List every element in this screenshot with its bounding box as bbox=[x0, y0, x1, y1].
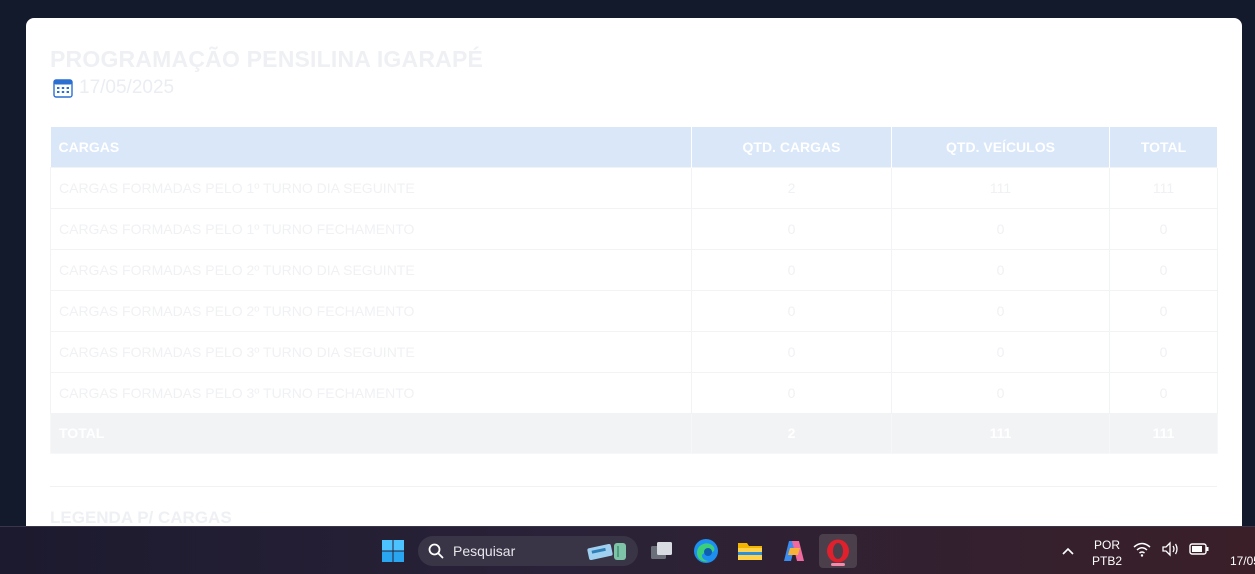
cell-total: 0 bbox=[1109, 330, 1218, 373]
task-view-icon bbox=[651, 542, 672, 559]
battery-icon bbox=[1189, 543, 1209, 555]
language-code: POR bbox=[1093, 538, 1120, 552]
header-cargas: CARGAS bbox=[50, 127, 692, 167]
cell-cargas: CARGAS FORMADAS PELO 3º TURNO FECHAMENTO bbox=[50, 371, 692, 414]
table-row: CARGAS FORMADAS PELO 3º TURNO DIA SEGUIN… bbox=[50, 330, 1218, 373]
header-qtd-cargas: QTD. CARGAS bbox=[691, 127, 892, 167]
search-icon bbox=[428, 543, 444, 559]
table-row: CARGAS FORMADAS PELO 2º TURNO DIA SEGUIN… bbox=[50, 248, 1218, 291]
report-date: 17/05/2025 bbox=[79, 77, 175, 98]
wifi-icon bbox=[1133, 542, 1151, 557]
table-row: CARGAS FORMADAS PELO 2º TURNO FECHAMENTO… bbox=[50, 289, 1218, 332]
cell-cargas: CARGAS FORMADAS PELO 2º TURNO DIA SEGUIN… bbox=[50, 248, 692, 291]
page-title: PROGRAMAÇÃO PENSILINA IGARAPÉ bbox=[50, 46, 484, 72]
cell-qtd-veiculos: 0 bbox=[891, 207, 1110, 250]
file-explorer-icon bbox=[738, 543, 762, 560]
edge-button[interactable] bbox=[687, 534, 725, 568]
cell-qtd-veiculos: 0 bbox=[891, 371, 1110, 414]
table-row: CARGAS FORMADAS PELO 3º TURNO FECHAMENTO… bbox=[50, 371, 1218, 414]
table-row: CARGAS FORMADAS PELO 1º TURNO FECHAMENTO… bbox=[50, 207, 1218, 250]
cell-cargas: CARGAS FORMADAS PELO 2º TURNO FECHAMENTO bbox=[50, 289, 692, 332]
cell-total: 0 bbox=[1109, 248, 1218, 291]
legend-title: LEGENDA P/ CARGAS bbox=[50, 508, 232, 526]
calendar-icon bbox=[53, 79, 73, 98]
table-total-row: TOTAL 2 111 111 bbox=[50, 412, 1218, 454]
windows-logo-icon bbox=[382, 540, 404, 562]
search-placeholder: Pesquisar bbox=[453, 543, 516, 559]
cell-cargas: CARGAS FORMADAS PELO 3º TURNO DIA SEGUIN… bbox=[50, 330, 692, 373]
cell-qtd-cargas: 0 bbox=[691, 248, 892, 291]
total-total: 111 bbox=[1109, 412, 1218, 454]
taskbar-search[interactable]: Pesquisar bbox=[418, 536, 638, 566]
total-label: TOTAL bbox=[50, 412, 692, 454]
start-button[interactable] bbox=[376, 535, 410, 567]
keyboard-layout: PTB2 bbox=[1091, 554, 1122, 568]
header-total: TOTAL bbox=[1109, 127, 1218, 167]
date-row: 17/05/2025 bbox=[53, 77, 174, 99]
cell-qtd-veiculos: 0 bbox=[891, 248, 1110, 291]
file-explorer-button[interactable] bbox=[731, 534, 769, 568]
task-view-button[interactable] bbox=[643, 534, 681, 568]
cell-total: 0 bbox=[1109, 207, 1218, 250]
cell-qtd-cargas: 0 bbox=[691, 330, 892, 373]
cell-cargas: CARGAS FORMADAS PELO 1º TURNO FECHAMENTO bbox=[50, 207, 692, 250]
opera-icon bbox=[827, 539, 849, 563]
clock[interactable]: 1 17/05/2 bbox=[1210, 537, 1255, 569]
cell-qtd-veiculos: 0 bbox=[891, 289, 1110, 332]
cell-qtd-veiculos: 111 bbox=[891, 166, 1110, 209]
cargas-table: CARGAS QTD. CARGAS QTD. VEÍCULOS TOTAL C… bbox=[50, 127, 1218, 454]
cell-qtd-cargas: 0 bbox=[691, 289, 892, 332]
section-divider bbox=[50, 486, 1217, 487]
active-app-indicator bbox=[831, 563, 845, 566]
system-tray[interactable] bbox=[1133, 541, 1209, 557]
input-language-indicator[interactable]: POR PTB2 bbox=[1088, 537, 1126, 569]
cell-cargas: CARGAS FORMADAS PELO 1º TURNO DIA SEGUIN… bbox=[50, 166, 692, 209]
search-highlight-icon bbox=[587, 543, 626, 560]
edge-icon bbox=[694, 539, 718, 563]
report-card: PROGRAMAÇÃO PENSILINA IGARAPÉ 17/05/2025… bbox=[26, 18, 1242, 526]
clock-date: 17/05/2 bbox=[1229, 554, 1255, 568]
cell-qtd-cargas: 2 bbox=[691, 166, 892, 209]
cell-qtd-veiculos: 0 bbox=[891, 330, 1110, 373]
cell-total: 111 bbox=[1109, 166, 1218, 209]
opera-button[interactable] bbox=[819, 534, 857, 568]
chevron-up-icon bbox=[1062, 547, 1074, 555]
cell-total: 0 bbox=[1109, 371, 1218, 414]
table-header-row: CARGAS QTD. CARGAS QTD. VEÍCULOS TOTAL bbox=[50, 127, 1218, 167]
copilot-icon bbox=[784, 541, 804, 561]
cell-qtd-cargas: 0 bbox=[691, 207, 892, 250]
cell-qtd-cargas: 0 bbox=[691, 371, 892, 414]
show-hidden-icons-button[interactable] bbox=[1058, 541, 1078, 561]
total-qtd-veiculos: 111 bbox=[891, 412, 1110, 454]
cell-total: 0 bbox=[1109, 289, 1218, 332]
volume-icon bbox=[1162, 541, 1178, 557]
header-qtd-veiculos: QTD. VEÍCULOS bbox=[891, 127, 1110, 167]
taskbar: Pesquisar POR PTB2 17/0 bbox=[0, 526, 1255, 574]
total-qtd-cargas: 2 bbox=[691, 412, 892, 454]
copilot-button[interactable] bbox=[775, 534, 813, 568]
table-row: CARGAS FORMADAS PELO 1º TURNO DIA SEGUIN… bbox=[50, 166, 1218, 209]
